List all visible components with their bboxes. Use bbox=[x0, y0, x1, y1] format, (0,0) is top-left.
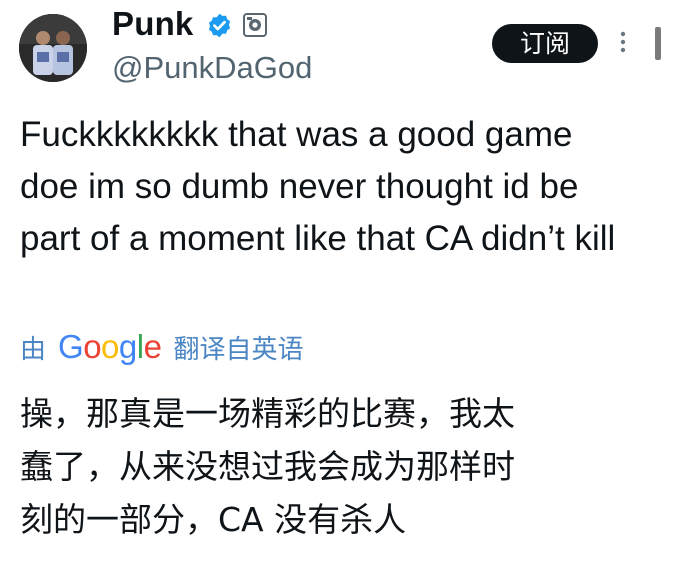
translation-suffix: 翻译自英语 bbox=[173, 334, 304, 365]
avatar[interactable] bbox=[19, 14, 87, 82]
translated-text: 操，那真是一场精彩的比赛，我太 蠢了，从来没想过我会成为那样时 刻的一部分，CA… bbox=[20, 387, 640, 546]
translated-line: 刻的一部分，CA 没有杀人 bbox=[20, 500, 407, 539]
translation-attribution[interactable]: 由 Google 翻译自英语 bbox=[20, 327, 303, 367]
verified-check-icon bbox=[208, 13, 231, 38]
translated-line: 蠢了，从来没想过我会成为那样时 bbox=[20, 447, 515, 486]
author-handle[interactable]: @PunkDaGod bbox=[112, 50, 312, 86]
tweet-text: Fuckkkkkkkk that was a good game doe im … bbox=[20, 115, 616, 258]
google-logo: Google bbox=[58, 328, 162, 365]
affiliate-badge-icon bbox=[243, 13, 267, 37]
translation-prefix: 由 bbox=[20, 334, 47, 365]
scrollbar-thumb[interactable] bbox=[655, 27, 661, 60]
display-name[interactable]: Punk bbox=[112, 4, 193, 44]
translated-line: 操，那真是一场精彩的比赛，我太 bbox=[20, 394, 515, 433]
tweet-card: Punk @PunkDaGod 订阅 Fuckkkkkkkk that was … bbox=[0, 0, 673, 561]
avatar-image bbox=[19, 14, 87, 82]
subscribe-button[interactable]: 订阅 bbox=[492, 24, 598, 63]
more-vertical-icon[interactable] bbox=[619, 30, 627, 54]
